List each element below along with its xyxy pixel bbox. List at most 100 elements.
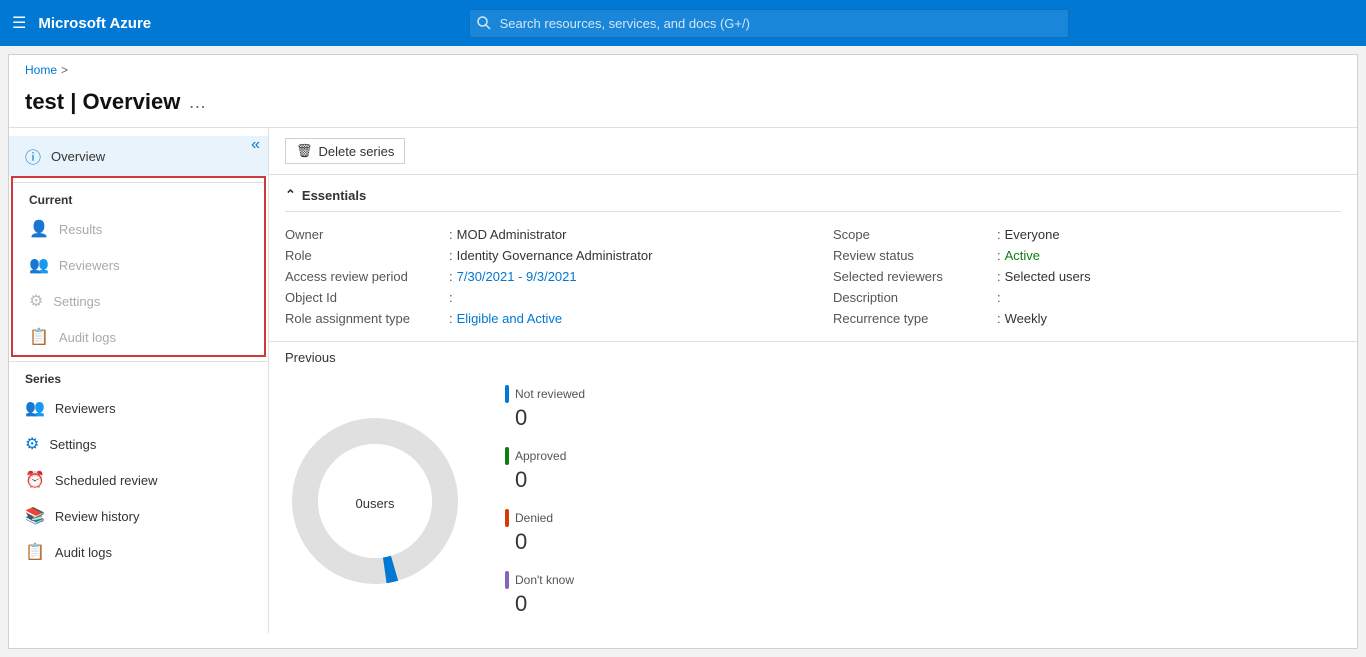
donut-center-text: 0users (355, 488, 394, 514)
sidebar: « ⓘ Overview Current 👤 Results 👥 Reviewe… (9, 128, 269, 633)
scope-label: Scope (833, 227, 993, 242)
chart-legend: Not reviewed 0 Approved 0 (505, 385, 585, 617)
legend-item-dont-know: Don't know 0 (505, 571, 585, 617)
sidebar-item-reviewers-current: 👥 Reviewers (13, 247, 264, 283)
sidebar-settings-series-label: Settings (49, 437, 96, 452)
sidebar-item-settings-series[interactable]: ⚙ Settings (9, 426, 268, 462)
legend-item-denied: Denied 0 (505, 509, 585, 555)
legend-item-approved: Approved 0 (505, 447, 585, 493)
sidebar-reviewers-current-label: Reviewers (59, 258, 120, 273)
search-icon (477, 16, 491, 30)
sidebar-item-review-history[interactable]: 📚 Review history (9, 498, 268, 534)
essentials-row-review-status: Review status : Active (833, 245, 1341, 266)
essentials-row-scope: Scope : Everyone (833, 224, 1341, 245)
breadcrumb-home[interactable]: Home (25, 63, 57, 77)
search-bar[interactable] (469, 9, 1069, 38)
legend-label-approved: Approved (515, 449, 566, 463)
clipboard-icon-series: 📋 (25, 542, 45, 562)
legend-value-not-reviewed: 0 (515, 405, 585, 431)
sidebar-item-audit-series[interactable]: 📋 Audit logs (9, 534, 268, 570)
owner-value: MOD Administrator (457, 227, 567, 242)
object-id-label: Object Id (285, 290, 445, 305)
sidebar-item-audit-current: 📋 Audit logs (13, 319, 264, 355)
legend-label-not-reviewed: Not reviewed (515, 387, 585, 401)
page-container: Home > test | Overview … « ⓘ Overview Cu… (8, 54, 1358, 649)
role-assignment-value: Eligible and Active (457, 311, 563, 326)
delete-series-button[interactable]: 🗑 Delete series (285, 138, 405, 164)
breadcrumb: Home > (9, 55, 1357, 85)
series-section: Series 👥 Reviewers ⚙ Settings ⏰ Schedule… (9, 361, 268, 570)
sidebar-scheduled-review-label: Scheduled review (55, 473, 158, 488)
chevron-up-icon: ⌃ (285, 187, 296, 203)
donut-unit: users (363, 496, 395, 511)
sidebar-audit-current-label: Audit logs (59, 330, 116, 345)
essentials-left-col: Owner : MOD Administrator Role : Identit… (285, 224, 793, 329)
toolbar: 🗑 Delete series (269, 128, 1357, 175)
legend-value-denied: 0 (515, 529, 585, 555)
clipboard-icon-current: 📋 (29, 327, 49, 347)
current-section: Current 👤 Results 👥 Reviewers ⚙ Settings… (11, 176, 266, 357)
recurrence-type-label: Recurrence type (833, 311, 993, 326)
legend-bar-denied (505, 509, 509, 527)
search-input[interactable] (469, 9, 1069, 38)
sidebar-results-label: Results (59, 222, 102, 237)
gear-icon-series: ⚙ (25, 434, 39, 454)
review-status-value: Active (1005, 248, 1040, 263)
role-label: Role (285, 248, 445, 263)
series-section-header: Series (9, 361, 268, 390)
essentials-section: ⌃ Essentials Owner : MOD Administrator R… (269, 175, 1357, 341)
essentials-row-object-id: Object Id : (285, 287, 793, 308)
recurrence-type-value: Weekly (1005, 311, 1047, 326)
more-options-icon[interactable]: … (188, 92, 206, 113)
trash-icon: 🗑 (296, 143, 313, 159)
essentials-row-owner: Owner : MOD Administrator (285, 224, 793, 245)
sidebar-item-scheduled-review[interactable]: ⏰ Scheduled review (9, 462, 268, 498)
selected-reviewers-label: Selected reviewers (833, 269, 993, 284)
legend-label-dont-know: Don't know (515, 573, 574, 587)
sidebar-audit-series-label: Audit logs (55, 545, 112, 560)
person-icon: 👤 (29, 219, 49, 239)
scope-value: Everyone (1005, 227, 1060, 242)
sidebar-item-overview[interactable]: ⓘ Overview (9, 136, 268, 176)
page-title: test | Overview (25, 89, 180, 115)
sidebar-item-reviewers-series[interactable]: 👥 Reviewers (9, 390, 268, 426)
delete-series-label: Delete series (319, 144, 395, 159)
sidebar-settings-current-label: Settings (53, 294, 100, 309)
role-value: Identity Governance Administrator (457, 248, 653, 263)
access-review-period-value: 7/30/2021 - 9/3/2021 (457, 269, 577, 284)
essentials-header: ⌃ Essentials (285, 187, 1341, 212)
legend-bar-dont-know (505, 571, 509, 589)
description-label: Description (833, 290, 993, 305)
main-panel: 🗑 Delete series ⌃ Essentials Owner : (269, 128, 1357, 633)
essentials-grid: Owner : MOD Administrator Role : Identit… (285, 224, 1341, 329)
previous-label: Previous (285, 350, 1341, 365)
essentials-right-col: Scope : Everyone Review status : Active … (833, 224, 1341, 329)
book-icon: 📚 (25, 506, 45, 526)
legend-value-approved: 0 (515, 467, 585, 493)
clock-icon: ⏰ (25, 470, 45, 490)
info-icon: ⓘ (25, 144, 41, 168)
content-area: « ⓘ Overview Current 👤 Results 👥 Reviewe… (9, 127, 1357, 633)
legend-value-dont-know: 0 (515, 591, 585, 617)
donut-chart: 0users (285, 411, 465, 591)
group-icon-series: 👥 (25, 398, 45, 418)
page-title-bar: test | Overview … (9, 85, 1357, 127)
topbar: ☰ Microsoft Azure (0, 0, 1366, 46)
brand-logo: Microsoft Azure (38, 15, 151, 32)
sidebar-reviewers-series-label: Reviewers (55, 401, 116, 416)
essentials-row-role-assignment: Role assignment type : Eligible and Acti… (285, 308, 793, 329)
breadcrumb-separator: > (61, 63, 68, 77)
review-status-label: Review status (833, 248, 993, 263)
selected-reviewers-value: Selected users (1005, 269, 1091, 284)
essentials-title: Essentials (302, 188, 366, 203)
hamburger-menu[interactable]: ☰ (12, 13, 26, 33)
legend-bar-not-reviewed (505, 385, 509, 403)
owner-label: Owner (285, 227, 445, 242)
gear-icon-current: ⚙ (29, 291, 43, 311)
essentials-row-recurrence-type: Recurrence type : Weekly (833, 308, 1341, 329)
essentials-row-description: Description : (833, 287, 1341, 308)
sidebar-collapse-button[interactable]: « (251, 136, 260, 154)
essentials-row-selected-reviewers: Selected reviewers : Selected users (833, 266, 1341, 287)
sidebar-item-settings-current: ⚙ Settings (13, 283, 264, 319)
legend-label-denied: Denied (515, 511, 553, 525)
